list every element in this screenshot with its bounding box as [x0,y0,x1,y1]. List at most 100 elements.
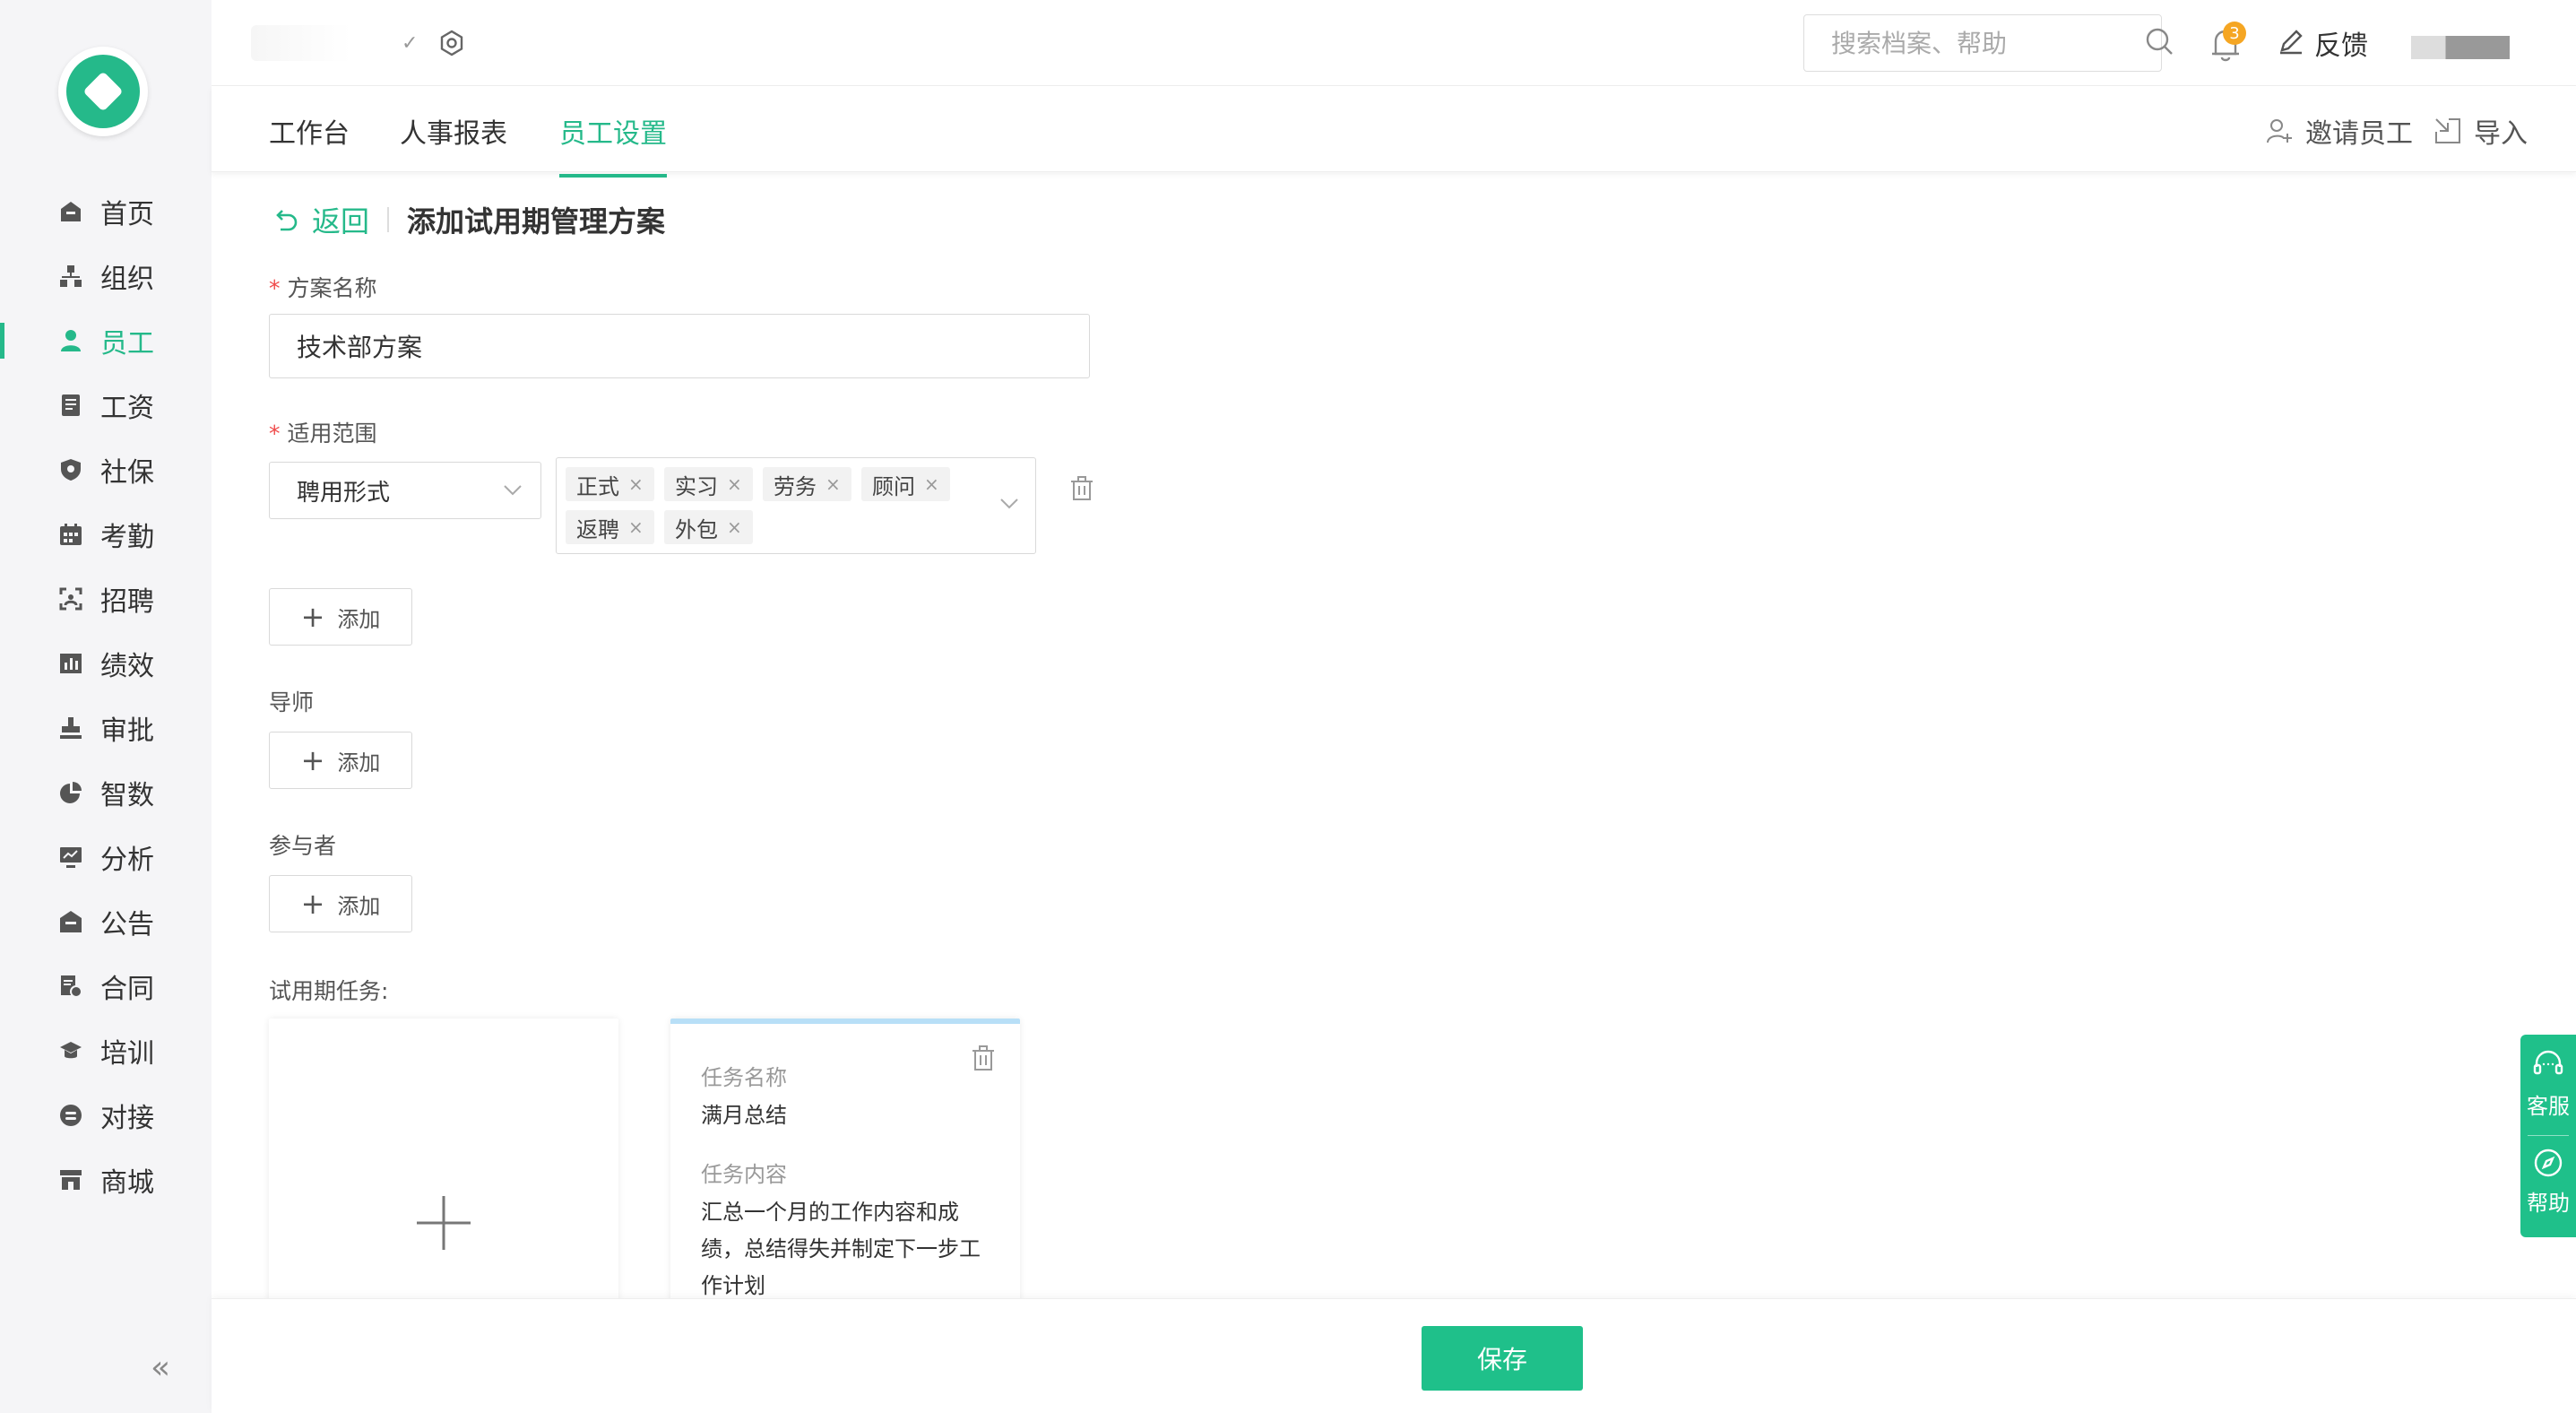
plan-name-input[interactable] [269,314,1090,378]
sidebar-item-org[interactable]: 组织 [0,244,212,308]
sidebar-item-label: 组织 [100,264,154,295]
link-icon [59,1104,82,1127]
close-icon[interactable]: × [826,473,841,495]
scan-icon [59,587,82,611]
sidebar-item-recruit[interactable]: 招聘 [0,567,212,631]
plus-icon: + [300,887,325,921]
undo-icon [276,210,298,231]
app-logo[interactable] [58,47,148,136]
help-button[interactable]: 帮助 [2520,1148,2576,1217]
customer-service-label: 客服 [2527,1094,2570,1119]
scope-type-select[interactable]: 聘用形式 [269,462,541,519]
tabs-bar: 工作台 人事报表 员工设置 邀请员工 导入 [212,86,2576,178]
sidebar-item-analysis[interactable]: 分析 [0,825,212,889]
sidebar-item-training[interactable]: 培训 [0,1019,212,1083]
trash-icon [972,1045,994,1071]
floating-support-panel: 客服 帮助 [2520,1035,2576,1237]
sidebar-item-integration[interactable]: 对接 [0,1083,212,1148]
tab-workbench[interactable]: 工作台 [269,111,350,151]
add-label: 添加 [337,893,381,919]
close-icon[interactable]: × [628,473,644,495]
add-task-card[interactable] [269,1019,618,1305]
participants-label: 参与者 [269,833,337,859]
sidebar-item-salary[interactable]: 工资 [0,373,212,438]
search-box[interactable] [1803,14,2173,72]
company-switcher[interactable]: ✓ [251,25,466,61]
scope-tag-label: 外包 [675,516,718,542]
breadcrumb-divider [387,207,390,232]
scope-tag: 正式 × [566,467,654,501]
scope-tag: 劳务 × [763,467,851,501]
back-button[interactable]: 返回 [272,199,369,240]
scope-tag: 顾问 × [861,467,950,501]
sidebar-item-label: 分析 [100,845,154,876]
feedback-button[interactable]: 反馈 [2277,23,2368,63]
shield-icon [59,458,82,481]
user-avatar-redacted[interactable] [2411,36,2510,59]
scope-tags-select[interactable]: 正式 × 实习 × 劳务 × 顾问 × 返聘 × 外包 × [556,457,1036,554]
save-button[interactable]: 保存 [1422,1326,1583,1391]
company-name-redacted [251,25,394,61]
close-icon[interactable]: × [924,473,939,495]
sidebar-item-attendance[interactable]: 考勤 [0,502,212,567]
tab-employee-settings[interactable]: 员工设置 [559,111,667,178]
sidebar-item-label: 考勤 [100,522,154,553]
scope-tag: 实习 × [664,467,753,501]
tasks-label: 试用期任务: [269,978,389,1004]
sidebar-item-label: 公告 [100,909,154,941]
plus-icon: + [300,743,325,777]
chevron-down-icon [504,485,522,496]
gear-icon[interactable] [437,29,466,57]
feedback-label: 反馈 [2314,30,2368,62]
sidebar-item-social-security[interactable]: 社保 [0,438,212,502]
panel-divider [2528,1135,2569,1136]
required-mark: * [269,275,281,301]
tab-hr-report[interactable]: 人事报表 [400,111,507,151]
add-scope-button[interactable]: + 添加 [269,588,412,646]
add-mentor-button[interactable]: + 添加 [269,732,412,789]
mentor-label: 导师 [269,689,315,715]
contract-icon [59,975,82,998]
notification-badge: 3 [2223,22,2246,45]
add-participant-button[interactable]: + 添加 [269,875,412,932]
sidebar-item-store[interactable]: 商城 [0,1148,212,1212]
add-label: 添加 [337,750,381,776]
task-card[interactable]: 任务名称 满月总结 任务内容 汇总一个月的工作内容和成绩，总结得失并制定下一步工… [670,1019,1020,1305]
home-icon [59,200,82,223]
sidebar-item-employee[interactable]: 员工 [0,308,212,373]
import-button[interactable]: 导入 [2434,111,2528,151]
customer-service-button[interactable]: 客服 [2520,1049,2576,1120]
sidebar-item-performance[interactable]: 绩效 [0,631,212,696]
plus-icon [417,1196,471,1250]
delete-scope-button[interactable] [1068,475,1095,502]
sidebar-item-home[interactable]: 首页 [0,179,212,244]
close-icon[interactable]: × [727,473,742,495]
sidebar-item-smart-data[interactable]: 智数 [0,760,212,825]
add-user-icon [2267,119,2292,143]
edit-icon: ✓ [402,31,419,55]
main-content: 返回 添加试用期管理方案 *方案名称 *适用范围 聘用形式 正式× 实习× 劳务… [212,172,2576,1305]
delete-task-button[interactable] [970,1044,997,1072]
store-icon [59,1168,82,1192]
search-input[interactable] [1831,28,2144,58]
invite-employee-button[interactable]: 邀请员工 [2266,111,2413,151]
scope-type-value: 聘用形式 [297,479,391,507]
sidebar-item-approval[interactable]: 审批 [0,696,212,760]
trash-icon [1071,476,1093,500]
sidebar-item-contract[interactable]: 合同 [0,954,212,1019]
task-name-value: 满月总结 [701,1103,787,1128]
sidebar-item-announcement[interactable]: 公告 [0,889,212,954]
search-icon[interactable] [2144,26,2174,60]
sidebar-item-label: 招聘 [100,586,154,618]
close-icon[interactable]: × [628,516,644,538]
pencil-icon [2277,27,2305,59]
chevron-down-icon [1000,498,1018,509]
sidebar-item-label: 培训 [100,1038,154,1070]
add-label: 添加 [337,606,381,632]
required-mark: * [269,420,281,446]
task-content-value: 汇总一个月的工作内容和成绩，总结得失并制定下一步工作计划 [701,1200,981,1298]
salary-icon [59,394,82,417]
headset-icon [2533,1050,2563,1075]
close-icon[interactable]: × [727,516,742,538]
collapse-sidebar-button[interactable]: « [151,1349,170,1386]
